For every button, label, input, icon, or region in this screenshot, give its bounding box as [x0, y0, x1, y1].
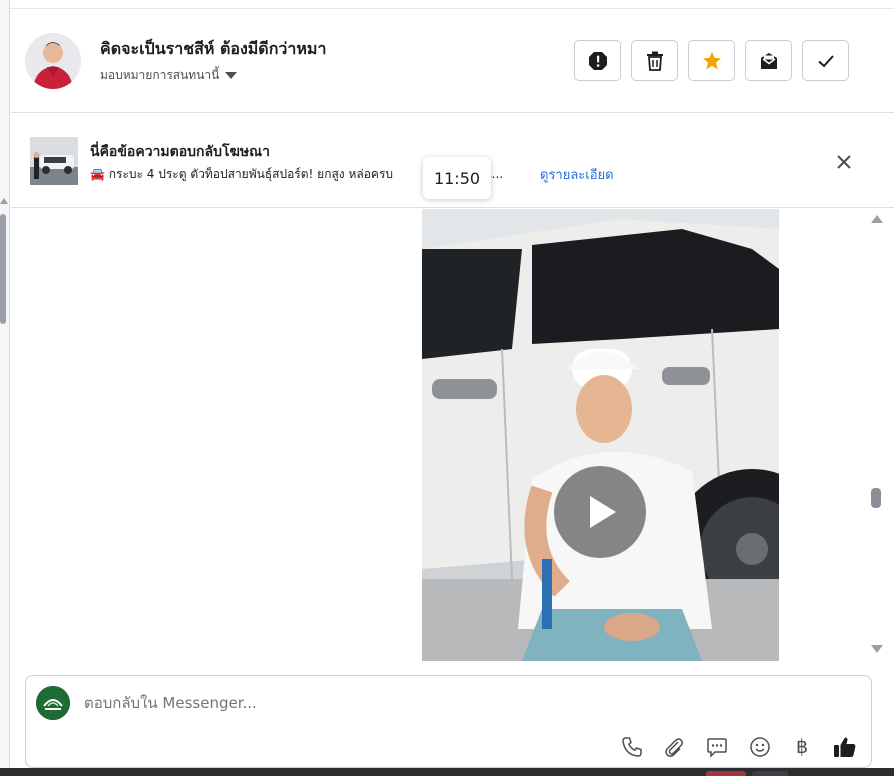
scroll-down-icon[interactable]	[871, 645, 883, 653]
play-video-button[interactable]	[554, 466, 646, 558]
emoji-button[interactable]	[746, 733, 774, 761]
spam-button[interactable]	[574, 40, 621, 81]
reply-composer: ฿	[25, 675, 872, 768]
envelope-icon	[760, 52, 777, 69]
left-scroll-thumb[interactable]	[0, 214, 6, 324]
message-timestamp-tooltip: 11:50	[423, 157, 491, 199]
page-avatar	[36, 686, 70, 720]
reply-input[interactable]	[84, 694, 584, 712]
left-scroll-up-icon[interactable]	[0, 198, 8, 204]
mark-unread-button[interactable]	[745, 40, 792, 81]
play-icon	[590, 496, 616, 528]
delete-button[interactable]	[631, 40, 678, 81]
contact-name: คิดจะเป็นราชสีห์ ต้องมีดีกว่าหมา	[100, 39, 327, 58]
taskbar-item[interactable]	[752, 771, 788, 776]
phone-icon	[622, 737, 642, 757]
thumbs-up-icon	[834, 737, 856, 757]
smiley-icon	[750, 737, 770, 757]
like-button[interactable]	[831, 733, 859, 761]
trash-icon	[646, 51, 663, 71]
caret-down-icon	[225, 72, 238, 79]
taskbar-item[interactable]	[706, 771, 746, 776]
star-icon	[702, 51, 721, 69]
attach-button[interactable]	[660, 733, 688, 761]
left-scrollbar[interactable]	[0, 0, 10, 768]
view-details-link[interactable]: ดูรายละเอียด	[540, 164, 614, 185]
ad-thumbnail[interactable]	[30, 137, 78, 185]
inbox-conversation-window: คิดจะเป็นราชสีห์ ต้องมีดีกว่าหมา มอบหมาย…	[0, 0, 894, 776]
scroll-thumb[interactable]	[871, 488, 881, 508]
paperclip-icon	[665, 738, 683, 757]
payment-button[interactable]: ฿	[788, 733, 816, 761]
saved-replies-button[interactable]	[703, 733, 731, 761]
close-ad-banner-button[interactable]	[832, 150, 856, 174]
message-scrollbar[interactable]	[868, 210, 886, 660]
ad-reply-title: นี่คือข้อความตอบกลับโฆษณา	[90, 144, 270, 160]
star-button[interactable]	[688, 40, 735, 81]
video-message[interactable]	[422, 209, 779, 661]
conversation-header: คิดจะเป็นราชสีห์ ต้องมีดีกว่าหมา มอบหมาย…	[11, 9, 894, 113]
check-icon	[817, 54, 834, 67]
alert-octagon-icon	[588, 51, 607, 70]
scroll-up-icon[interactable]	[871, 215, 883, 223]
chat-bubble-icon	[707, 738, 727, 758]
assign-conversation-dropdown[interactable]: มอบหมายการสนทนานี้	[100, 66, 238, 85]
close-icon	[837, 155, 851, 169]
baht-icon: ฿	[795, 736, 809, 758]
mark-done-button[interactable]	[802, 40, 849, 81]
phone-button[interactable]	[618, 733, 646, 761]
assign-label: มอบหมายการสนทนานี้	[100, 68, 220, 82]
ad-description-start: 🚘 กระบะ 4 ประตู ตัวท็อปสายพันธุ์สปอร์ต! …	[90, 167, 394, 181]
contact-avatar[interactable]	[25, 33, 81, 89]
